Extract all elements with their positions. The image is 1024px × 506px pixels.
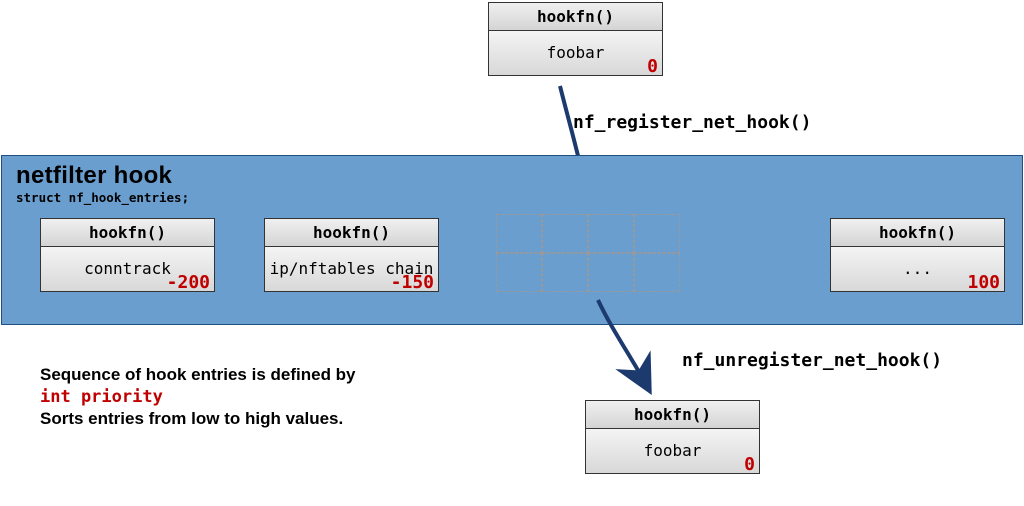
note-line2: int priority	[40, 387, 163, 407]
hook-priority: -150	[391, 272, 434, 293]
hook-header: hookfn()	[586, 401, 759, 429]
hook-body: foobar	[586, 429, 759, 473]
hook-priority: 0	[647, 56, 658, 77]
empty-slot-grid	[496, 214, 682, 292]
hook-priority: -200	[167, 272, 210, 293]
hook-header: hookfn()	[265, 219, 438, 247]
note-line3: Sorts entries from low to high values.	[40, 409, 343, 428]
container-title: netfilter hook	[16, 162, 172, 190]
hook-box-conntrack: hookfn() conntrack -200	[40, 218, 215, 292]
hook-box-bottom: hookfn() foobar 0	[585, 400, 760, 474]
hook-header: hookfn()	[489, 3, 662, 31]
hook-box-nftables: hookfn() ip/nftables chain -150	[264, 218, 439, 292]
unregister-call-label: nf_unregister_net_hook()	[682, 350, 942, 371]
hook-priority: 100	[967, 272, 1000, 293]
hook-body: foobar	[489, 31, 662, 75]
hook-header: hookfn()	[831, 219, 1004, 247]
arrow-unregister	[580, 300, 680, 410]
hook-header: hookfn()	[41, 219, 214, 247]
priority-note: Sequence of hook entries is defined by i…	[40, 364, 460, 430]
note-line1: Sequence of hook entries is defined by	[40, 365, 356, 384]
hook-priority: 0	[744, 454, 755, 475]
hook-box-ellipsis: hookfn() ... 100	[830, 218, 1005, 292]
container-subtitle: struct nf_hook_entries;	[16, 190, 189, 205]
hook-box-top: hookfn() foobar 0	[488, 2, 663, 76]
